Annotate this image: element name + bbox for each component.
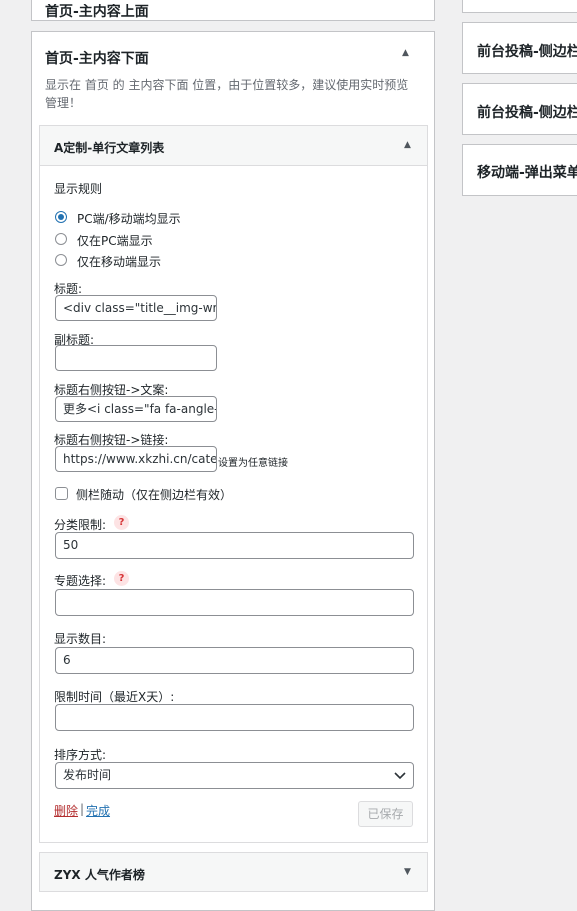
right-panel-1[interactable]: 前台投稿-侧边栏 [462, 22, 577, 74]
link-separator: | [80, 802, 85, 816]
radio-pc-and-mobile-label: PC端/移动端均显示 [77, 212, 181, 226]
subtitle-input[interactable] [55, 345, 217, 371]
topic-select-label: 专题选择: [54, 574, 107, 588]
button-link-hint: 设置为任意链接 [218, 458, 288, 469]
category-limit-label: 分类限制: [54, 518, 107, 532]
top-panel: 首页-主内容上面 [31, 0, 435, 21]
main-panel-title: 首页-主内容下面 [45, 51, 149, 67]
radio-pc-only[interactable] [55, 233, 67, 245]
sidebar-follow-label: 侧栏随动（仅在侧边栏有效） [76, 488, 233, 502]
top-panel-title: 首页-主内容上面 [45, 4, 149, 20]
right-top-panel [462, 0, 577, 13]
time-limit-input[interactable] [55, 704, 414, 731]
delete-link[interactable]: 删除 [54, 802, 78, 819]
right-panel-2[interactable]: 前台投稿-侧边栏 [462, 83, 577, 135]
saved-button[interactable]: 已保存 [358, 801, 413, 827]
sort-order-value: 发布时间 [63, 768, 112, 782]
radio-pc-and-mobile[interactable] [55, 211, 67, 223]
sort-order-select[interactable]: 发布时间 [55, 762, 414, 789]
main-panel-header[interactable]: 首页-主内容下面 ▲ [32, 32, 434, 72]
button-text-input[interactable]: 更多<i class="fa fa-angle-r [55, 396, 217, 422]
topic-help-icon[interactable]: ? [114, 571, 129, 586]
main-panel-description: 显示在 首页 的 主内容下面 位置，由于位置较多，建议使用实时预览管理！ [45, 78, 409, 110]
main-panel: 首页-主内容下面 ▲ 显示在 首页 的 主内容下面 位置，由于位置较多，建议使用… [31, 31, 435, 911]
radio-mobile-only[interactable] [55, 254, 67, 266]
radio-mobile-only-label: 仅在移动端显示 [77, 255, 162, 269]
widget-popular-authors[interactable]: ZYX 人气作者榜 ▼ [39, 852, 428, 892]
display-rule-label: 显示规则 [54, 182, 103, 196]
sort-order-label: 排序方式: [54, 748, 107, 762]
right-panel-3[interactable]: 移动端-弹出菜单 [462, 144, 577, 196]
right-panel-1-title: 前台投稿-侧边栏 [477, 44, 577, 60]
expand-down-icon[interactable]: ▼ [404, 867, 411, 877]
done-link[interactable]: 完成 [86, 802, 110, 819]
widget-single-line-article-list: A定制-单行文章列表 ▲ 显示规则 PC端/移动端均显示 仅在PC端显示 仅在移… [39, 125, 428, 843]
display-count-input[interactable]: 6 [55, 647, 414, 674]
widget-title: A定制-单行文章列表 [54, 141, 165, 155]
chevron-down-icon [394, 772, 406, 780]
collapse-up-icon[interactable]: ▲ [402, 48, 409, 58]
radio-pc-only-label: 仅在PC端显示 [77, 234, 153, 248]
popular-authors-title: ZYX 人气作者榜 [54, 868, 145, 882]
category-limit-input[interactable]: 50 [55, 532, 414, 559]
button-link-input[interactable]: https://www.xkzhi.cn/categ [55, 446, 217, 472]
right-panel-3-title: 移动端-弹出菜单 [477, 165, 577, 181]
display-count-label: 显示数目: [54, 632, 107, 646]
widget-collapse-up-icon[interactable]: ▲ [404, 140, 411, 150]
time-limit-label: 限制时间（最近X天）: [54, 690, 175, 704]
sidebar-follow-checkbox[interactable] [55, 487, 68, 500]
widget-header[interactable]: A定制-单行文章列表 ▲ [40, 126, 427, 166]
topic-select-input[interactable] [55, 589, 414, 616]
right-panel-2-title: 前台投稿-侧边栏 [477, 105, 577, 121]
category-help-icon[interactable]: ? [114, 515, 129, 530]
title-input[interactable]: <div class="title__img-wra [55, 295, 217, 321]
